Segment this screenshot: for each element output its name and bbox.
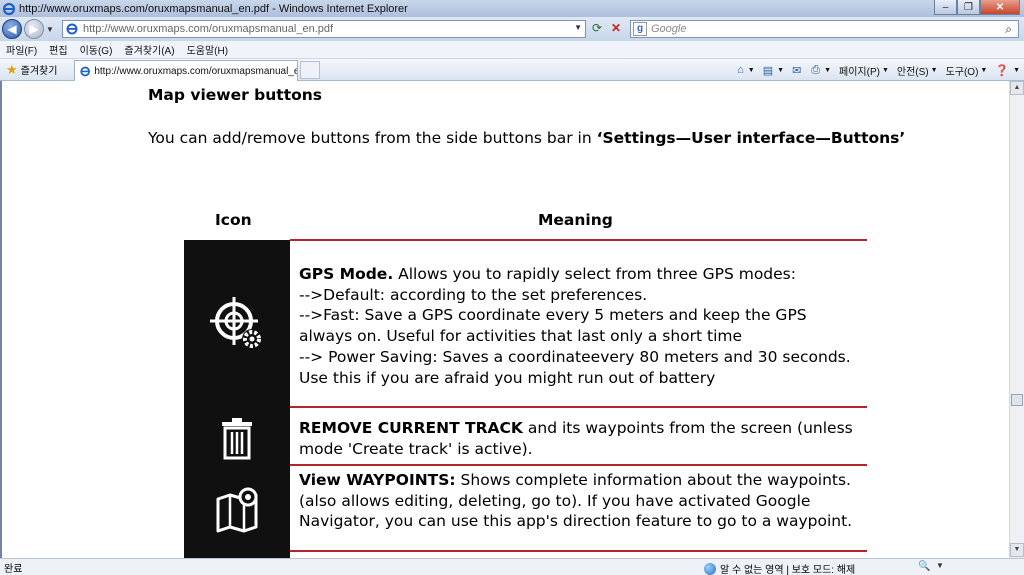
help-icon: ❓ (995, 64, 1010, 77)
favorites-button[interactable]: ★ 즐겨찾기 (6, 62, 57, 78)
print-icon: ⎙ (811, 63, 821, 76)
gps-target-gear-icon (210, 297, 262, 349)
tab-title: http://www.oruxmaps.com/oruxmapsmanual_e… (94, 65, 297, 77)
home-icon: ⌂ (737, 64, 744, 76)
home-button[interactable]: ⌂ ▼ (737, 64, 755, 76)
tab-bar: ★ 즐겨찾기 http://www.oruxmaps.com/oruxmapsm… (0, 59, 1024, 81)
row-divider (290, 406, 867, 408)
scroll-up-icon[interactable]: ▲ (1010, 81, 1024, 95)
page-menu[interactable]: 페이지(P) ▼ (839, 63, 889, 78)
new-tab-button[interactable] (300, 61, 320, 79)
row-divider (290, 550, 867, 552)
title-bar: http://www.oruxmaps.com/oruxmapsmanual_e… (0, 0, 1024, 17)
search-input[interactable]: g Google ⌕ (630, 20, 1019, 38)
row-remove-track: REMOVE CURRENT TRACK and its waypoints f… (299, 419, 853, 458)
search-icon[interactable]: ⌕ (1005, 22, 1012, 37)
command-bar: ⌂ ▼ ▤ ▼ ✉ ⎙ ▼ 페이지(P) ▼ 안전(S) ▼ 도구(O) ▼ ❓ ▼ (729, 62, 1020, 78)
back-button[interactable]: ◀ (2, 19, 22, 39)
zone-text: 알 수 없는 영역 | 보호 모드: 해제 (720, 565, 856, 575)
rss-icon: ▤ (762, 64, 774, 77)
mail-button[interactable]: ✉ (792, 64, 803, 77)
menu-bar: 파일(F) 편집 이동(G) 즐겨찾기(A) 도움말(H) (0, 41, 1024, 59)
page-icon (66, 23, 78, 35)
tab-current[interactable]: http://www.oruxmaps.com/oruxmapsmanual_e… (74, 60, 298, 81)
pdf-viewer[interactable]: Map viewer buttons You can add/remove bu… (0, 81, 1009, 558)
intro-paragraph: You can add/remove buttons from the side… (148, 129, 906, 147)
stop-icon[interactable]: ✕ (607, 21, 625, 37)
column-header-meaning: Meaning (538, 211, 613, 229)
close-button[interactable]: ✕ (980, 0, 1020, 15)
vertical-scrollbar[interactable]: ▲ ▼ (1009, 81, 1024, 558)
trash-icon (222, 418, 252, 460)
row-gps-mode: GPS Mode. Allows you to rapidly select f… (299, 265, 851, 387)
row-divider (290, 464, 867, 466)
scroll-down-icon[interactable]: ▼ (1010, 543, 1024, 557)
window-controls: – ❐ ✕ (934, 0, 1020, 15)
tools-menu[interactable]: 도구(O) ▼ (946, 63, 988, 78)
map-waypoint-icon (216, 487, 258, 533)
search-placeholder: Google (651, 23, 687, 35)
refresh-icon[interactable]: ⟳ (588, 21, 606, 37)
zoom-icon[interactable]: 🔍 (918, 561, 930, 572)
google-icon: g (633, 22, 647, 36)
safety-menu[interactable]: 안전(S) ▼ (897, 63, 938, 78)
forward-button[interactable]: ▶ (24, 19, 44, 39)
feeds-button[interactable]: ▤ ▼ (763, 64, 784, 77)
scroll-thumb[interactable] (1011, 394, 1023, 406)
url-text: http://www.oruxmaps.com/oruxmapsmanual_e… (83, 23, 334, 35)
menu-file[interactable]: 파일(F) (6, 42, 37, 57)
row-view-waypoints: View WAYPOINTS: Shows complete informati… (299, 471, 853, 531)
mail-icon: ✉ (792, 64, 802, 77)
column-header-icon: Icon (215, 211, 252, 229)
star-icon: ★ (6, 61, 18, 77)
tab-page-icon (80, 66, 91, 76)
menu-favorites[interactable]: 즐겨찾기(A) (124, 42, 174, 57)
status-bar: 완료 알 수 없는 영역 | 보호 모드: 해제 🔍 ▼ (0, 558, 1024, 575)
status-text: 완료 (4, 563, 23, 575)
window-title: http://www.oruxmaps.com/oruxmapsmanual_e… (19, 2, 408, 15)
url-input[interactable]: http://www.oruxmaps.com/oruxmapsmanual_e… (62, 20, 586, 38)
menu-help[interactable]: 도움말(H) (187, 42, 228, 57)
favorites-label: 즐겨찾기 (20, 66, 58, 77)
menu-go[interactable]: 이동(G) (80, 42, 113, 57)
section-heading: Map viewer buttons (148, 86, 323, 104)
minimize-button[interactable]: – (934, 0, 957, 15)
history-dropdown-icon[interactable]: ▼ (46, 25, 54, 34)
menu-edit[interactable]: 편집 (49, 42, 67, 57)
help-button[interactable]: ❓ ▼ (995, 64, 1020, 77)
url-dropdown-icon[interactable]: ▼ (574, 23, 582, 32)
ie-logo-icon (2, 2, 16, 15)
maximize-button[interactable]: ❐ (957, 0, 980, 15)
address-bar: ◀ ▶ ▼ http://www.oruxmaps.com/oruxmapsma… (0, 17, 1024, 41)
row-divider (290, 239, 867, 241)
print-button[interactable]: ⎙ ▼ (811, 64, 831, 77)
globe-icon (704, 562, 716, 575)
pdf-page: Map viewer buttons You can add/remove bu… (2, 81, 1009, 558)
security-zone[interactable]: 알 수 없는 영역 | 보호 모드: 해제 (704, 561, 855, 575)
zoom-dropdown-icon[interactable]: ▼ (936, 561, 944, 570)
